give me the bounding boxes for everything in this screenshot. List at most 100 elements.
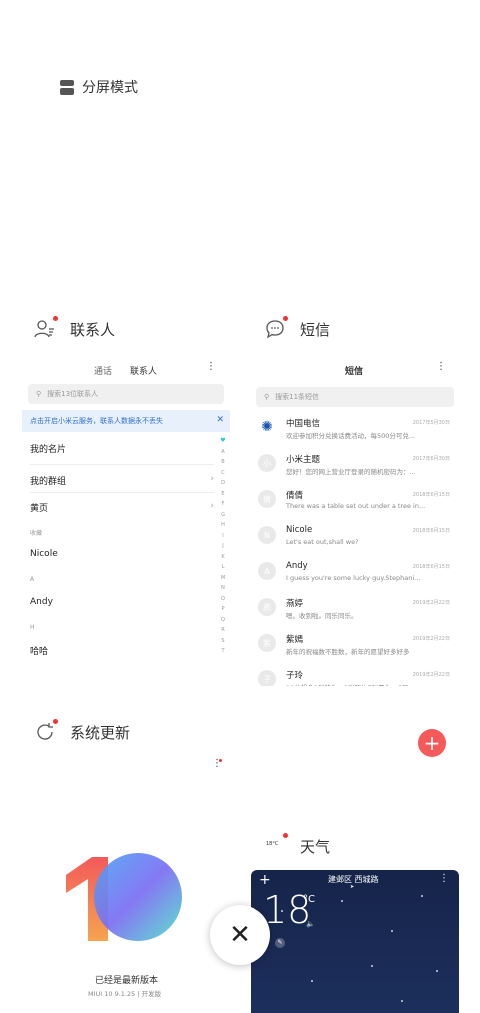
section-a-label: A bbox=[30, 576, 35, 583]
contacts-tabbar: 通话 联系人 ⋮ bbox=[22, 356, 230, 384]
cloud-notice-text: 点击开启小米云服务，联系人数据永不丢失 bbox=[30, 417, 163, 425]
message-thread-row[interactable]: 紫紫嫣新年的祝福数不胜数，新年的愿望好多好多 2019年2月22日 bbox=[250, 628, 460, 664]
alphabet-index-letter[interactable]: K bbox=[219, 552, 227, 563]
split-screen-icon bbox=[60, 79, 74, 95]
more-menu-icon[interactable]: ⋮ bbox=[206, 361, 216, 372]
tab-contacts[interactable]: 联系人 bbox=[130, 364, 157, 377]
alphabet-index-letter[interactable]: H bbox=[219, 520, 227, 531]
avatar: 燕 bbox=[258, 598, 276, 616]
alphabet-index-letter[interactable]: Q bbox=[219, 615, 227, 626]
tab-calls[interactable]: 通话 bbox=[94, 364, 112, 377]
location-arrow-icon: ➤ bbox=[350, 884, 355, 890]
split-mode-label: 分屏模式 bbox=[82, 80, 138, 96]
message-date: 2019年2月22日 bbox=[412, 672, 450, 678]
alphabet-index-letter[interactable]: C bbox=[219, 468, 227, 479]
message-thread-row[interactable]: N Nicole Let's eat out,shall we? 2018年6月15日 bbox=[250, 520, 460, 556]
message-date: 2017年6月30日 bbox=[412, 456, 450, 462]
telecom-logo-icon: ✺ bbox=[261, 419, 273, 435]
close-icon[interactable]: ✕ bbox=[216, 415, 224, 425]
alphabet-index-letter[interactable]: P bbox=[219, 604, 227, 615]
alphabet-index-letter[interactable]: M bbox=[219, 573, 227, 584]
my-card-row[interactable]: 我的名片 bbox=[30, 442, 66, 455]
message-preview: 欢迎参加积分兑换话费活动，每500分可兑... bbox=[286, 432, 416, 440]
alphabet-index-letter[interactable]: T bbox=[219, 646, 227, 657]
alphabet-index-letter[interactable]: O bbox=[219, 594, 227, 605]
message-preview: Let's eat out,shall we? bbox=[286, 538, 359, 546]
add-city-icon[interactable]: + bbox=[259, 872, 271, 888]
alphabet-index-letter[interactable]: F bbox=[219, 499, 227, 510]
sms-app-title: 短信 bbox=[300, 320, 331, 339]
avatar: A bbox=[258, 562, 276, 580]
clear-recents-button[interactable]: ✕ bbox=[210, 905, 270, 965]
message-thread-row[interactable]: 子子玲10分想念9到的你，8张照片7张是你，6只... 2019年2月22日 bbox=[250, 664, 460, 686]
message-thread-row[interactable]: 燕燕婷 嗯。收到啦。同乐同乐。 2019年2月22日 bbox=[250, 592, 460, 628]
contact-andy[interactable]: Andy bbox=[30, 597, 53, 607]
message-sender: 中国电信 bbox=[286, 419, 321, 429]
contacts-app-header[interactable]: 联系人 bbox=[34, 316, 115, 340]
section-h-label: H bbox=[30, 624, 35, 631]
alphabet-index-letter[interactable]: D bbox=[219, 478, 227, 489]
more-menu-icon[interactable]: ⋮ bbox=[439, 873, 449, 884]
message-sender: 紫嫣 bbox=[286, 635, 304, 645]
message-preview: 您好！您的网上营业厅登录的随机密码为：... bbox=[286, 468, 416, 476]
sms-card[interactable]: 短信 ⋮ ⚲ 搜索11条短信 ✺ 中国电信欢迎参加积分兑换话费活动，每500分可兑… bbox=[250, 356, 460, 686]
notification-dot bbox=[219, 759, 222, 762]
sms-search-placeholder: 搜索11条短信 bbox=[275, 393, 320, 401]
sms-search-input[interactable]: ⚲ 搜索11条短信 bbox=[256, 387, 454, 407]
speaker-icon[interactable]: 🔈 bbox=[306, 920, 315, 928]
sms-header-title: 短信 bbox=[345, 367, 364, 377]
more-menu-icon[interactable]: ⋮ bbox=[436, 361, 446, 372]
favorites-label: 收藏 bbox=[30, 530, 43, 537]
message-thread-row[interactable]: 小小米主题 您好！您的网上营业厅登录的随机密码为：... 2017年6月30日 bbox=[250, 448, 460, 484]
miui-version: MIUI 10 9.1.25 | 开发版 bbox=[88, 990, 162, 998]
weather-app-title: 天气 bbox=[300, 837, 331, 856]
alphabet-index-letter[interactable]: G bbox=[219, 510, 227, 521]
message-sender: Andy bbox=[286, 561, 308, 571]
message-thread-row[interactable]: A Andy I guess you're some lucky guy.Steph… bbox=[250, 556, 460, 592]
divider bbox=[30, 492, 214, 493]
alphabet-index-letter[interactable]: S bbox=[219, 636, 227, 647]
alphabet-index-letter[interactable]: I bbox=[219, 531, 227, 542]
alphabet-index[interactable]: ♥ ABCDEFGHIJKLMNOPQRST bbox=[219, 436, 227, 657]
contacts-card[interactable]: 通话 联系人 ⋮ ⚲ 搜索13位联系人 点击开启小米云服务，联系人数据永不丢失 … bbox=[22, 356, 230, 686]
alphabet-index-letter[interactable]: N bbox=[219, 583, 227, 594]
sms-app-header[interactable]: 短信 bbox=[264, 316, 331, 340]
cloud-notice-banner[interactable]: 点击开启小米云服务，联系人数据永不丢失 ✕ bbox=[22, 410, 230, 432]
update-app-header[interactable]: 系统更新 bbox=[34, 719, 130, 743]
alphabet-index-letter[interactable]: L bbox=[219, 562, 227, 573]
alphabet-index-letter[interactable]: E bbox=[219, 489, 227, 500]
avatar: 紫 bbox=[258, 634, 276, 652]
message-thread-row[interactable]: ✺ 中国电信欢迎参加积分兑换话费活动，每500分可兑... 2017年5月30日 bbox=[250, 412, 460, 448]
yellow-pages-row[interactable]: 黄页 bbox=[30, 501, 48, 514]
weather-icon: 18°C bbox=[264, 833, 288, 857]
sms-topbar: 短信 ⋮ bbox=[250, 356, 460, 384]
alphabet-index-letter[interactable]: J bbox=[219, 541, 227, 552]
message-thread-row[interactable]: 倩倩倩 There was a table set out under a tre… bbox=[250, 484, 460, 520]
message-sender: 燕婷 bbox=[286, 599, 304, 609]
alphabet-index-letter[interactable]: A bbox=[219, 447, 227, 458]
message-preview: 新年的祝福数不胜数，新年的愿望好多好多 bbox=[286, 648, 410, 656]
message-sender: Nicole bbox=[286, 525, 313, 535]
message-sender: 小米主题 bbox=[286, 455, 321, 465]
contact-haha[interactable]: 哈哈 bbox=[30, 644, 48, 657]
message-date: 2017年5月30日 bbox=[412, 420, 450, 426]
weather-app-header[interactable]: 18°C 天气 bbox=[264, 833, 331, 857]
compose-button[interactable]: + bbox=[418, 729, 446, 757]
chevron-right-icon: › bbox=[210, 501, 214, 511]
edit-icon[interactable]: ✎ bbox=[275, 938, 285, 948]
message-icon bbox=[264, 316, 288, 340]
contacts-search-input[interactable]: ⚲ 搜索13位联系人 bbox=[28, 384, 224, 404]
message-sender: 倩倩 bbox=[286, 491, 304, 501]
alphabet-index-letter[interactable]: B bbox=[219, 457, 227, 468]
message-date: 2019年2月22日 bbox=[412, 636, 450, 642]
split-mode-button[interactable]: 分屏模式 bbox=[60, 77, 138, 97]
close-icon: ✕ bbox=[229, 920, 251, 950]
message-preview: 嗯。收到啦。同乐同乐。 bbox=[286, 612, 358, 620]
alphabet-index-letter[interactable]: R bbox=[219, 625, 227, 636]
search-icon: ⚲ bbox=[36, 390, 42, 398]
my-groups-row[interactable]: 我的群组 bbox=[30, 474, 66, 487]
update-status: 已经是最新版本 bbox=[95, 976, 159, 986]
contact-nicole[interactable]: Nicole bbox=[30, 549, 58, 559]
miui-10-logo bbox=[64, 853, 186, 945]
weather-card[interactable]: + 建邺区 西城路 ➤ ⋮ 18 °C 🔈 ✎ bbox=[251, 870, 459, 1013]
